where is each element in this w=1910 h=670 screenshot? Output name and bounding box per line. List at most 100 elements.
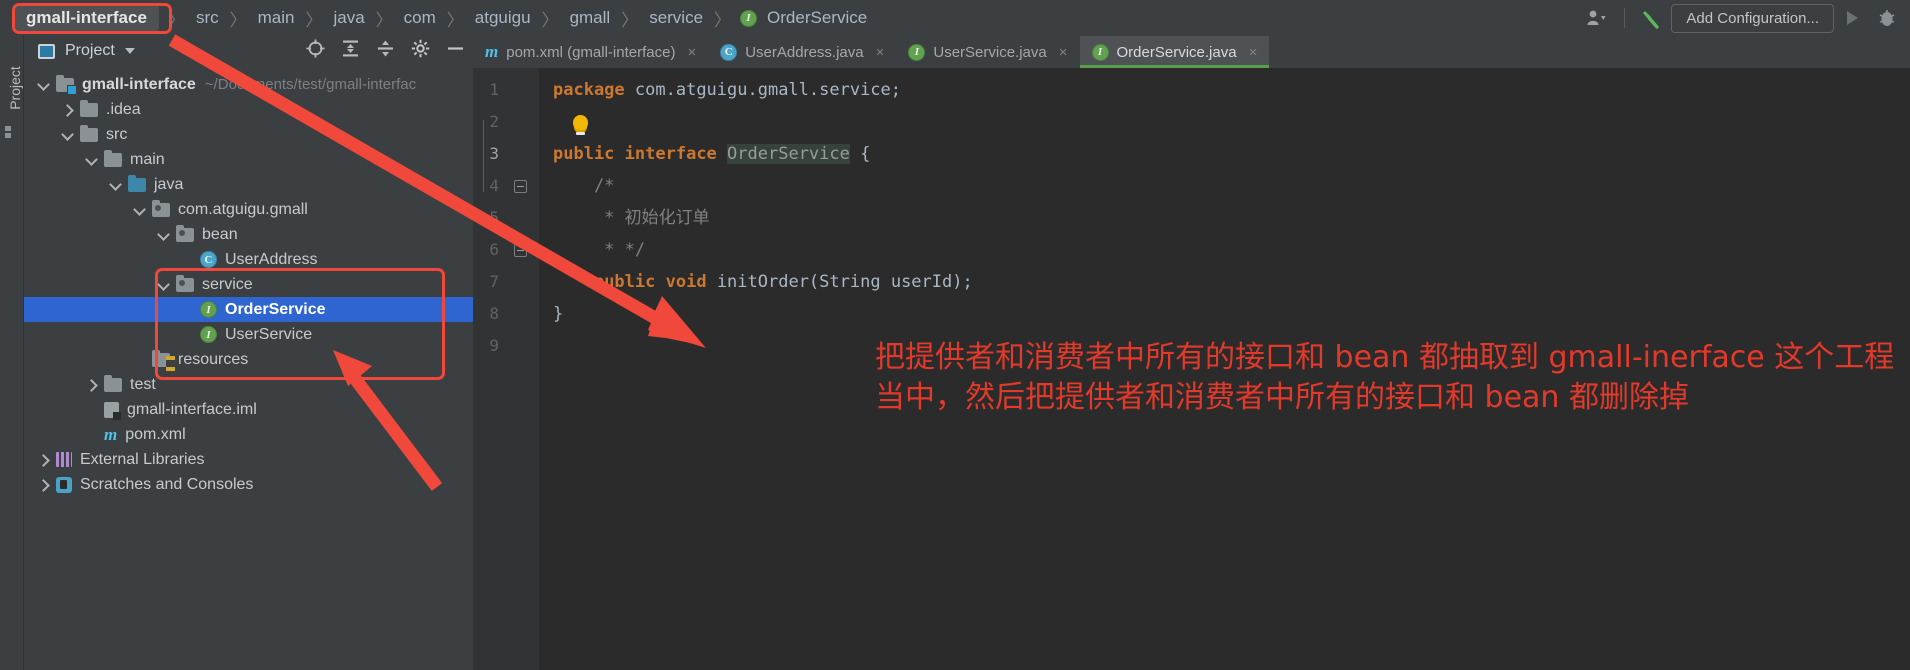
tree-node-gmall-interface[interactable]: gmall-interface ~/Documents/test/gmall-in… bbox=[24, 72, 473, 97]
tree-node-orderservice[interactable]: I OrderService bbox=[24, 297, 473, 322]
editor-tab-pom-xml-gmall-interface-[interactable]: m pom.xml (gmall-interface) × bbox=[473, 36, 708, 68]
iml-file-icon bbox=[104, 401, 121, 420]
breadcrumb-item-src[interactable]: src bbox=[194, 8, 221, 28]
chevron-down-icon[interactable] bbox=[158, 229, 170, 241]
breadcrumb-item-atguigu[interactable]: atguigu bbox=[473, 8, 533, 28]
project-panel-header: Project bbox=[24, 36, 473, 66]
add-configuration-button[interactable]: Add Configuration... bbox=[1671, 3, 1834, 33]
tree-node-external-libraries[interactable]: External Libraries bbox=[24, 447, 473, 472]
tree-node-src[interactable]: src bbox=[24, 122, 473, 147]
tree-node-gmall-interface-iml[interactable]: gmall-interface.iml bbox=[24, 397, 473, 422]
project-tree[interactable]: gmall-interface ~/Documents/test/gmall-in… bbox=[24, 66, 473, 670]
chevron-down-icon[interactable] bbox=[124, 48, 135, 54]
fold-marker-icon[interactable] bbox=[513, 243, 527, 257]
tree-node-service[interactable]: service bbox=[24, 272, 473, 297]
collapse-all-icon[interactable] bbox=[376, 39, 395, 63]
tree-node-label: UserService bbox=[225, 325, 313, 343]
tree-node-label: src bbox=[106, 125, 128, 143]
structure-icon[interactable] bbox=[4, 124, 20, 145]
chevron-down-icon[interactable] bbox=[38, 79, 50, 91]
tree-node-label: resources bbox=[178, 350, 249, 368]
user-dropdown-icon[interactable] bbox=[1580, 3, 1616, 33]
intention-bulb-icon[interactable] bbox=[573, 114, 589, 135]
fold-marker-icon[interactable] bbox=[513, 179, 527, 193]
editor-tab-useraddress-java[interactable]: C UserAddress.java × bbox=[708, 36, 896, 68]
breadcrumb-item-orderservice[interactable]: OrderService bbox=[765, 8, 869, 28]
code-token: interface bbox=[624, 144, 717, 164]
package-folder-icon bbox=[176, 224, 194, 242]
debug-bug-icon[interactable] bbox=[1870, 3, 1904, 33]
code-token: } bbox=[553, 304, 564, 324]
tree-node--idea[interactable]: .idea bbox=[24, 97, 473, 122]
tree-node-userservice[interactable]: I UserService bbox=[24, 322, 473, 347]
tree-node-scratches-and-consoles[interactable]: Scratches and Consoles bbox=[24, 472, 473, 497]
hide-panel-icon[interactable] bbox=[446, 39, 465, 63]
interface-icon: I bbox=[740, 9, 758, 27]
chevron-down-icon[interactable] bbox=[86, 154, 98, 166]
interface-icon: I bbox=[1091, 43, 1109, 61]
tree-node-com-atguigu-gmall[interactable]: com.atguigu.gmall bbox=[24, 197, 473, 222]
build-hammer-icon[interactable] bbox=[1633, 3, 1671, 33]
code-token: initOrder( bbox=[706, 272, 820, 292]
tree-node-resources[interactable]: resources bbox=[24, 347, 473, 372]
class-icon: C bbox=[720, 43, 738, 61]
code-line: public void initOrder(String userId); bbox=[553, 266, 1910, 298]
editor-tab-userservice-java[interactable]: I UserService.java × bbox=[896, 36, 1079, 68]
close-icon[interactable]: × bbox=[876, 44, 885, 61]
tree-node-label: OrderService bbox=[225, 300, 326, 318]
chevron-right-icon[interactable] bbox=[86, 379, 98, 391]
scroll-from-source-icon[interactable] bbox=[306, 39, 325, 63]
line-number: 7 bbox=[489, 272, 499, 291]
tree-node-test[interactable]: test bbox=[24, 372, 473, 397]
chevron-right-icon[interactable] bbox=[62, 104, 74, 116]
breadcrumb-separator: 〉 bbox=[621, 10, 639, 30]
breadcrumb-item-gmall[interactable]: gmall bbox=[568, 8, 613, 28]
fold-column[interactable] bbox=[509, 74, 531, 266]
folder-icon bbox=[104, 149, 122, 167]
code-token: public bbox=[553, 144, 615, 164]
chevron-right-icon[interactable] bbox=[38, 479, 50, 491]
source-folder-icon bbox=[128, 174, 146, 192]
chevron-down-icon[interactable] bbox=[62, 129, 74, 141]
left-tool-strip: Project bbox=[0, 36, 24, 670]
scratch-icon bbox=[56, 476, 72, 493]
tree-node-java[interactable]: java bbox=[24, 172, 473, 197]
breadcrumb-item-gmall-interface[interactable]: gmall-interface bbox=[14, 5, 159, 31]
chevron-down-icon[interactable] bbox=[134, 204, 146, 216]
code-line bbox=[553, 106, 1910, 138]
code-line: /* bbox=[553, 170, 1910, 202]
code-token: userId); bbox=[880, 272, 973, 292]
breadcrumb-item-java[interactable]: java bbox=[331, 8, 366, 28]
close-icon[interactable]: × bbox=[1249, 44, 1258, 61]
run-triangle-icon[interactable] bbox=[1834, 3, 1870, 33]
chevron-right-icon[interactable] bbox=[38, 454, 50, 466]
tree-node-useraddress[interactable]: C UserAddress bbox=[24, 247, 473, 272]
chevron-down-icon[interactable] bbox=[158, 279, 170, 291]
editor-tab-label: pom.xml (gmall-interface) bbox=[506, 43, 676, 61]
line-number-gutter: 123456789 bbox=[473, 68, 539, 670]
tool-window-button-project[interactable]: Project bbox=[7, 56, 23, 120]
settings-gear-icon[interactable] bbox=[411, 39, 430, 63]
editor-tab-bar: m pom.xml (gmall-interface) × C UserAddress.… bbox=[473, 36, 1910, 68]
tree-node-label: gmall-interface bbox=[82, 75, 196, 93]
class-icon: C bbox=[200, 251, 217, 268]
tree-node-bean[interactable]: bean bbox=[24, 222, 473, 247]
chevron-down-icon[interactable] bbox=[110, 179, 122, 191]
editor-tab-orderservice-java[interactable]: I OrderService.java × bbox=[1079, 36, 1270, 68]
breadcrumb-separator: 〉 bbox=[714, 10, 732, 30]
tree-node-label: com.atguigu.gmall bbox=[178, 200, 308, 218]
breadcrumb-item-main[interactable]: main bbox=[256, 8, 297, 28]
breadcrumb-item-service[interactable]: service bbox=[647, 8, 705, 28]
tree-node-main[interactable]: main bbox=[24, 147, 473, 172]
breadcrumb-item-com[interactable]: com bbox=[402, 8, 438, 28]
tree-node-label: main bbox=[130, 150, 165, 168]
close-icon[interactable]: × bbox=[1059, 44, 1068, 61]
editor-tab-label: UserAddress.java bbox=[745, 43, 864, 61]
close-icon[interactable]: × bbox=[687, 44, 696, 61]
tree-node-pom-xml[interactable]: m pom.xml bbox=[24, 422, 473, 447]
expand-all-icon[interactable] bbox=[341, 39, 360, 63]
